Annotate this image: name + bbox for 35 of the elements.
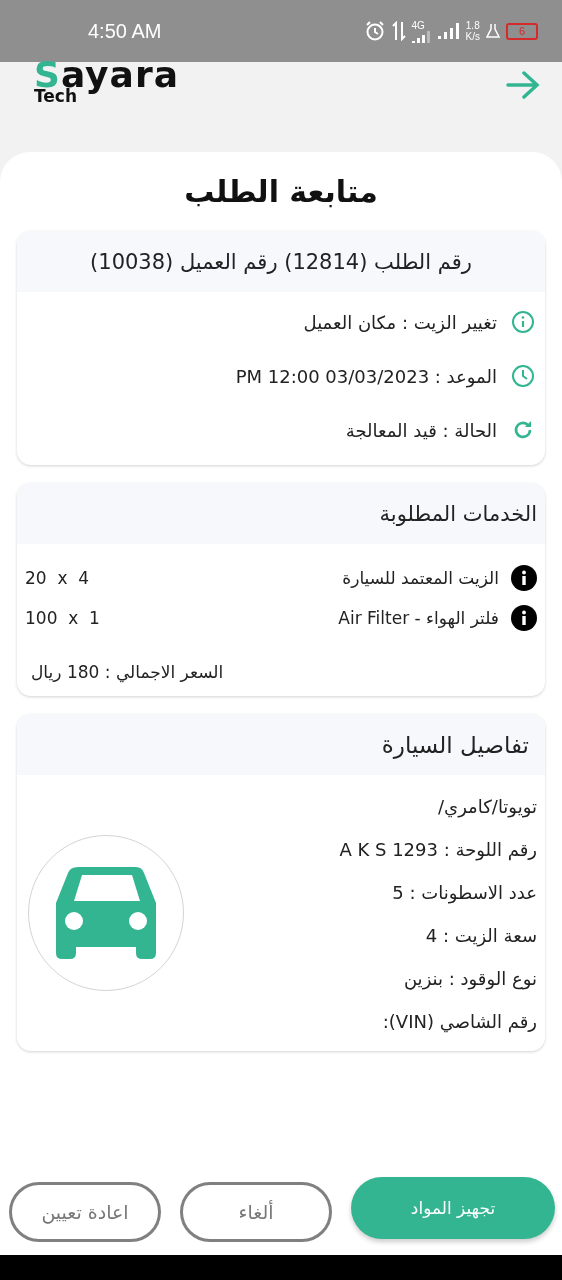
card-heading: تفاصيل السيارة: [381, 731, 529, 758]
data-transfer-icon: [391, 21, 406, 41]
info-icon[interactable]: [511, 605, 537, 631]
order-detail: الحالة : قيد المعالجة: [345, 419, 497, 441]
clock-time: 4:50 AM: [88, 19, 163, 43]
info-icon[interactable]: [511, 565, 537, 591]
signal-icon: [437, 23, 460, 39]
clock-icon: [511, 364, 535, 388]
prepare-button[interactable]: تجهيز المواد: [351, 1177, 555, 1239]
network-type: 4G: [411, 19, 425, 31]
service-amount: 100 x 1: [25, 608, 100, 628]
action-button[interactable]: ألغاء: [180, 1182, 332, 1242]
car-detail: رقم اللوحة : A K S 1293: [339, 838, 537, 863]
info-icon: [511, 310, 535, 334]
page-title: متابعة الطلب: [183, 174, 379, 209]
service-amount: 20 x 4: [25, 568, 90, 588]
speed-value: 1.8: [465, 20, 480, 31]
car-detail: عدد الاسطونات : 5: [391, 881, 537, 906]
car-detail: رقم الشاصي (VIN):: [381, 1010, 537, 1035]
total-price: السعر الاجمالي : 180 ريال: [31, 662, 224, 682]
car-detail: تويوتا/كامري/: [437, 795, 537, 820]
order-detail: الموعد : 03/03/2023 12:00 PM: [235, 365, 497, 387]
service-name: الزيت المعتمد للسيارة: [342, 568, 499, 588]
car-icon: [54, 867, 158, 959]
battery-icon: 6: [506, 22, 538, 40]
signal-icon: [411, 30, 432, 43]
flask-icon: [486, 23, 500, 39]
order-detail: تغيير الزيت : مكان العميل: [303, 311, 497, 333]
car-detail: نوع الوقود : بنزين: [402, 967, 537, 992]
service-name: فلتر الهواء - Air Filter: [338, 608, 499, 628]
card-heading: الخدمات المطلوبة: [379, 501, 537, 526]
speed-unit: K/s: [465, 31, 480, 42]
action-button[interactable]: اعادة تعيين: [9, 1182, 161, 1242]
card-heading: رقم الطلب (12814) رقم العميل (10038): [90, 249, 472, 274]
car-detail: سعة الزيت : 4: [424, 924, 537, 949]
